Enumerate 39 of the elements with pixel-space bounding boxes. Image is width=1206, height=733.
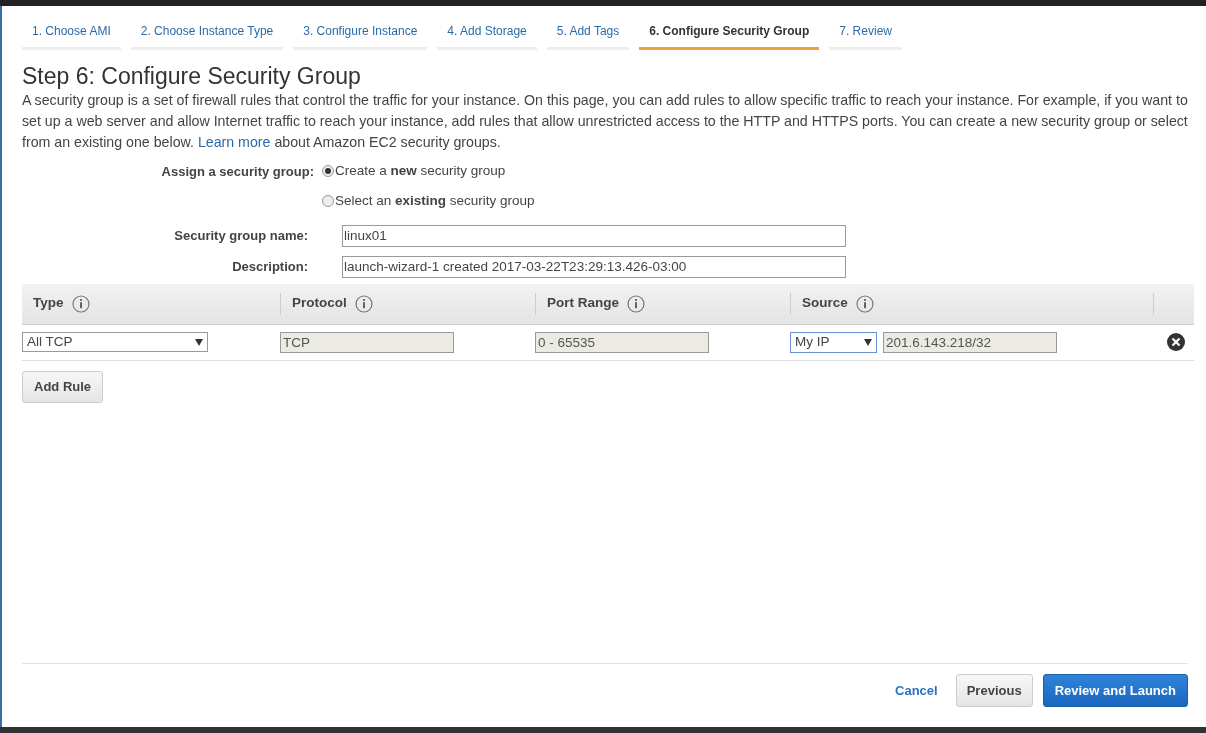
wizard-tab[interactable]: 7. Review [829, 18, 902, 50]
info-icon[interactable] [855, 294, 874, 313]
wizard-tab[interactable]: 2. Choose Instance Type [130, 18, 284, 50]
intro-text: A security group is a set of firewall rules that control the traffic for your instance. On this page, you can add rules to allow specific traffic to reach your instance. For example, if you want to set up a web server and allow Internet traffic to reach your instance, add rules that allow unrestricted access to the HTTP and HTTPS ports. You can create a new security group or select from an existing one below. Learn more about Amazon EC2 security groups. [22, 91, 1189, 152]
caret-icon [195, 338, 203, 346]
radio-option[interactable]: Select an existing security group [322, 191, 535, 212]
source-select[interactable]: My IP [790, 331, 877, 353]
source-ip-field[interactable]: 201.6.143.218/32 [883, 331, 1057, 353]
column-header: Port Range [547, 294, 619, 313]
cancel-link[interactable]: Cancel [895, 680, 938, 701]
info-icon[interactable] [71, 294, 90, 313]
field-label: Assign a security group: [160, 163, 314, 181]
remove-icon[interactable] [1167, 333, 1185, 351]
column-header: Source [802, 294, 848, 313]
wizard-tab[interactable]: 5. Add Tags [546, 18, 630, 50]
caret-icon [864, 338, 872, 346]
protocol-field[interactable]: TCP [280, 332, 454, 353]
port-range-field[interactable]: 0 - 65535 [535, 332, 709, 353]
info-icon[interactable] [627, 294, 645, 313]
learn-more-link[interactable]: Learn more [197, 134, 271, 150]
radio-button[interactable] [322, 165, 334, 178]
column-header: Type [33, 294, 64, 313]
radio-option[interactable]: Create a new security group [322, 161, 535, 182]
wizard-tab[interactable]: 6. Configure Security Group [639, 18, 820, 50]
previous-button[interactable]: Previous [955, 674, 1033, 707]
page-title: Step 6: Configure Security Group [22, 62, 362, 90]
column-header: Protocol [292, 294, 347, 313]
text-field[interactable]: linux01 [342, 224, 846, 247]
add-rule-button[interactable]: Add Rule [22, 370, 104, 403]
field-label: Security group name: [173, 226, 308, 245]
radio-button[interactable] [322, 195, 334, 208]
info-icon[interactable] [354, 294, 373, 313]
wizard-tab[interactable]: 4. Add Storage [437, 18, 537, 50]
review-and-launch-button[interactable]: Review and Launch [1042, 674, 1188, 707]
type-select[interactable]: All TCP [22, 332, 208, 352]
field-label: Description: [231, 257, 308, 276]
wizard-tab[interactable]: 3. Configure Instance [293, 18, 428, 50]
wizard-tab[interactable]: 1. Choose AMI [22, 18, 121, 50]
text-field[interactable]: launch-wizard-1 created 2017-03-22T23:29:13.426-03:00 [342, 255, 846, 278]
